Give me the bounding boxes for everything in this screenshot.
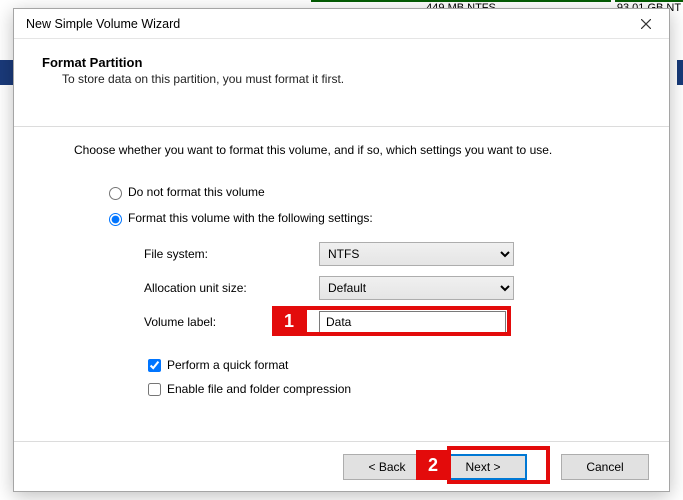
allocation-unit-select[interactable]: Default (319, 276, 514, 300)
bg-left-edge (0, 60, 13, 85)
check-compression-label: Enable file and folder compression (167, 382, 351, 396)
header-subtext: To store data on this partition, you mus… (62, 72, 641, 86)
titlebar: New Simple Volume Wizard (14, 9, 669, 39)
field-file-system: File system: NTFS (144, 237, 629, 271)
check-quick-format-label: Perform a quick format (167, 358, 288, 372)
format-settings: File system: NTFS Allocation unit size: … (144, 237, 629, 401)
volume-label-label: Volume label: (144, 315, 319, 329)
radio-format-input[interactable] (109, 213, 122, 226)
file-system-label: File system: (144, 247, 319, 261)
radio-no-format-input[interactable] (109, 187, 122, 200)
radio-format-label: Format this volume with the following se… (128, 211, 373, 225)
back-button[interactable]: < Back (343, 454, 431, 480)
check-compression[interactable]: Enable file and folder compression (144, 377, 629, 401)
bg-right-edge (677, 60, 683, 85)
instruction-text: Choose whether you want to format this v… (74, 143, 629, 157)
radio-no-format-label: Do not format this volume (128, 185, 265, 199)
close-icon (641, 19, 651, 29)
next-button[interactable]: Next > (439, 454, 527, 480)
cancel-button[interactable]: Cancel (561, 454, 649, 480)
allocation-unit-label: Allocation unit size: (144, 281, 319, 295)
close-button[interactable] (623, 9, 669, 39)
field-volume-label: Volume label: (144, 305, 629, 339)
radio-format[interactable]: Format this volume with the following se… (104, 205, 629, 231)
wizard-body: Choose whether you want to format this v… (14, 127, 669, 411)
check-compression-input[interactable] (148, 383, 161, 396)
check-quick-format-input[interactable] (148, 359, 161, 372)
wizard-header: Format Partition To store data on this p… (14, 39, 669, 127)
volume-label-input[interactable] (319, 311, 506, 333)
radio-no-format[interactable]: Do not format this volume (104, 179, 629, 205)
dialog-title: New Simple Volume Wizard (26, 17, 623, 31)
wizard-footer: < Back Next > Cancel (14, 441, 669, 491)
field-allocation-unit: Allocation unit size: Default (144, 271, 629, 305)
wizard-dialog: New Simple Volume Wizard Format Partitio… (13, 8, 670, 492)
file-system-select[interactable]: NTFS (319, 242, 514, 266)
check-quick-format[interactable]: Perform a quick format (144, 353, 629, 377)
header-heading: Format Partition (42, 55, 641, 70)
